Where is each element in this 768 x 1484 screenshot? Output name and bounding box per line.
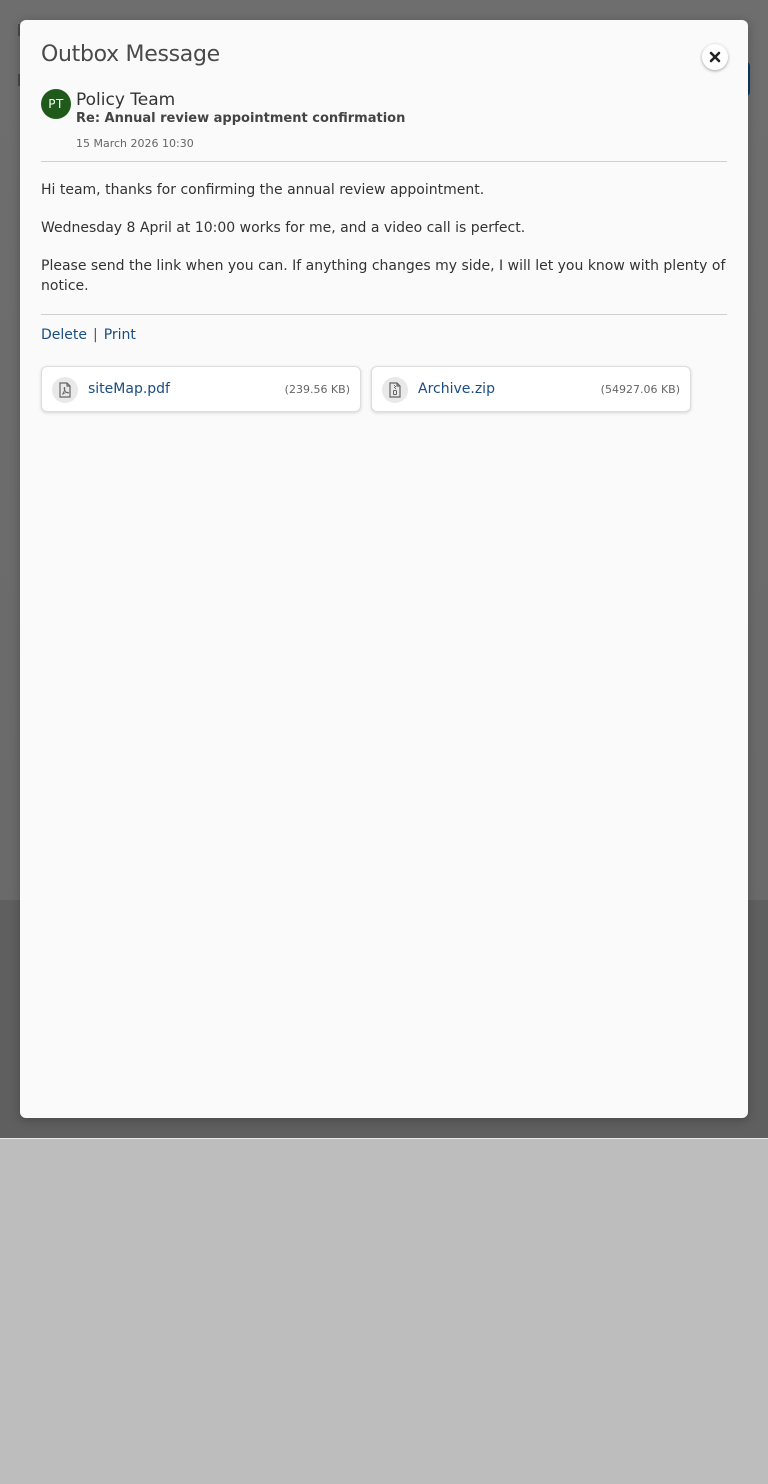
zip-file-icon [382,377,408,403]
outbox-message-dialog: Outbox Message PT Policy Team Re: Annual… [20,20,748,1118]
action-separator: | [93,327,98,343]
body-paragraph: Please send the link when you can. If an… [41,258,726,294]
attachment-size: (54927.06 KB) [600,383,680,396]
close-button[interactable] [702,44,728,70]
attachment-item[interactable]: siteMap.pdf (239.56 KB) [41,366,361,412]
message-timestamp: 15 March 2026 10:30 [76,137,194,150]
attachments-list: siteMap.pdf (239.56 KB) Archive.zip (549… [41,366,727,414]
pdf-file-icon [52,377,78,403]
modal-title: Outbox Message [41,42,220,67]
avatar: PT [41,89,71,119]
print-link[interactable]: Print [104,327,136,343]
attachment-name: Archive.zip [418,381,495,397]
message-subject: Re: Annual review appointment confirmati… [76,111,406,126]
message-body: Hi team, thanks for confirming the annua… [41,180,727,314]
close-icon [709,51,721,63]
body-paragraph: Hi team, thanks for confirming the annua… [41,182,485,198]
header-divider [41,161,727,162]
delete-link[interactable]: Delete [41,327,87,343]
attachment-name: siteMap.pdf [88,381,170,397]
attachment-item[interactable]: Archive.zip (54927.06 KB) [371,366,691,412]
message-actions: Delete | Print [41,327,136,343]
page-background [0,1139,768,1484]
message-header: PT Policy Team Re: Annual review appoint… [41,89,727,161]
body-paragraph: Wednesday 8 April at 10:00 works for me,… [41,220,526,236]
attachment-size: (239.56 KB) [284,383,350,396]
sender-name: Policy Team [76,90,176,110]
body-divider [41,314,727,315]
